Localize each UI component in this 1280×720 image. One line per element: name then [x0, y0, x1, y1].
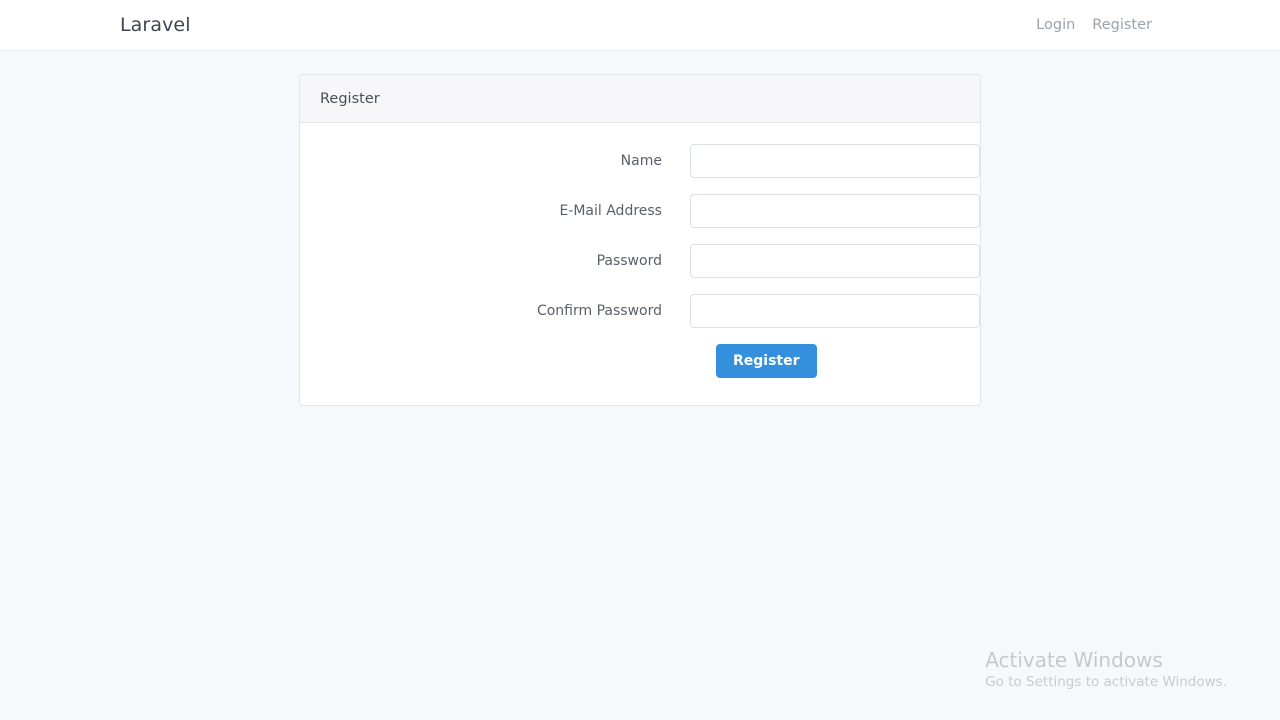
form-row-password: Password: [300, 244, 980, 278]
card-header: Register: [300, 75, 980, 123]
email-input[interactable]: [689, 194, 980, 228]
register-submit-button[interactable]: Register: [716, 344, 817, 378]
password-input[interactable]: [689, 244, 980, 278]
register-card: Register Name E-Mail Address Password Co…: [299, 74, 981, 406]
nav-link-register[interactable]: Register: [1092, 18, 1152, 33]
nav-link-login[interactable]: Login: [1036, 18, 1075, 33]
form-row-name: Name: [300, 144, 980, 178]
top-navbar: Laravel Login Register: [0, 0, 1280, 51]
label-email-address: E-Mail Address: [559, 202, 662, 219]
form-row-email: E-Mail Address: [300, 194, 980, 228]
page-content: Register Name E-Mail Address Password Co…: [0, 51, 1280, 720]
form-actions-spacer: [300, 344, 716, 378]
navbar-links: Login Register: [1036, 18, 1160, 33]
watermark-title: Activate Windows: [985, 648, 1163, 673]
navbar-brand-laravel[interactable]: Laravel: [120, 15, 191, 35]
register-form: Name E-Mail Address Password Confirm Pas…: [300, 123, 980, 405]
windows-activation-watermark: Activate Windows Go to Settings to activ…: [985, 648, 1227, 693]
label-confirm-password: Confirm Password: [536, 302, 662, 319]
form-row-confirm-password: Confirm Password: [300, 294, 980, 328]
name-input[interactable]: [689, 144, 980, 178]
label-password: Password: [596, 252, 662, 269]
label-name: Name: [620, 152, 662, 169]
card-header-title: Register: [320, 90, 380, 107]
form-row-submit: Register: [300, 344, 980, 378]
confirm-password-input[interactable]: [689, 294, 980, 328]
watermark-subtitle: Go to Settings to activate Windows.: [985, 674, 1227, 691]
